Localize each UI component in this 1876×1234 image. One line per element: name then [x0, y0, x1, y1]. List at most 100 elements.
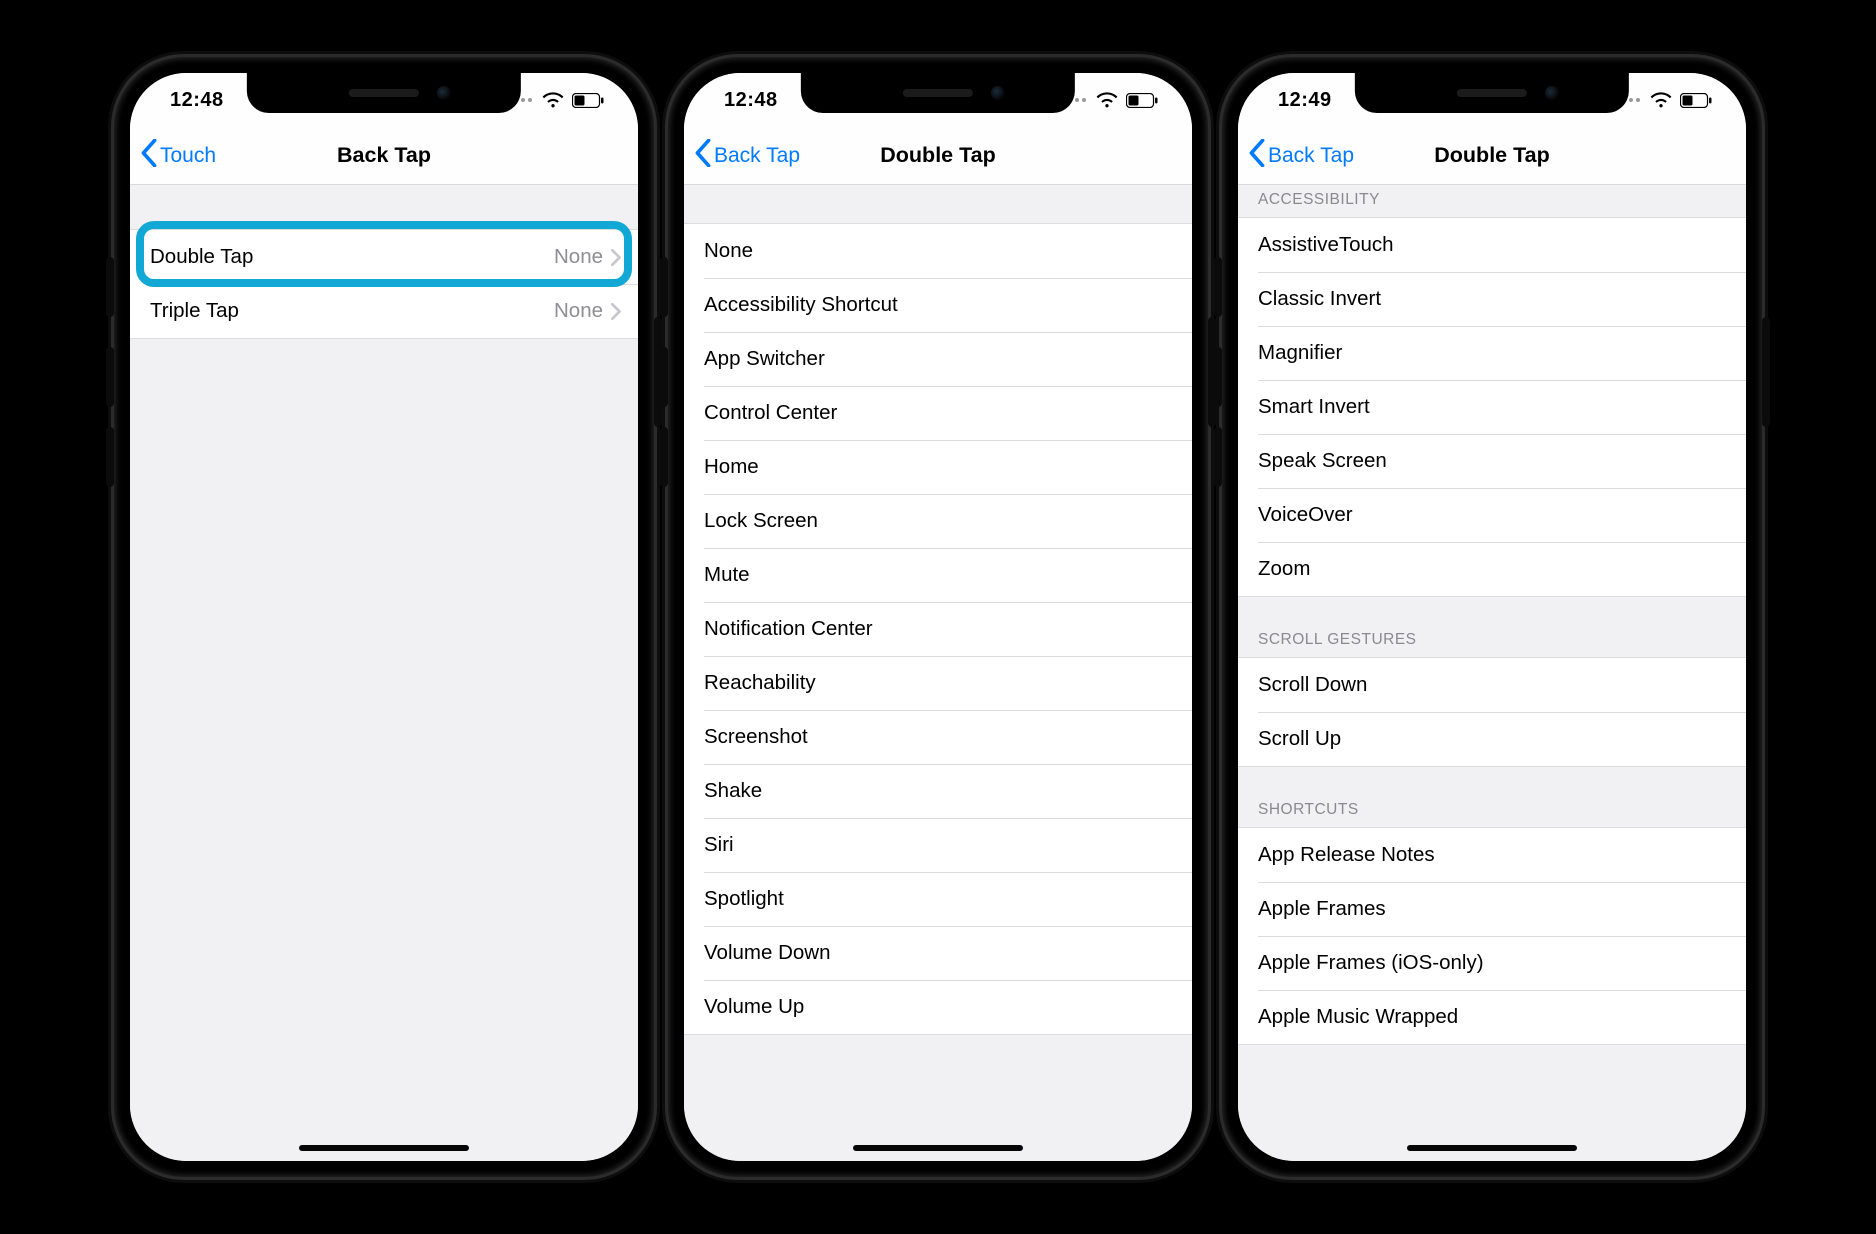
section-header: Shortcuts: [1238, 801, 1746, 827]
wifi-icon: [1650, 92, 1672, 108]
back-label: Back Tap: [1268, 144, 1354, 168]
screen: 12:49 Back Tap Double Tap AccessibilityA…: [1238, 73, 1746, 1161]
home-indicator[interactable]: [1407, 1145, 1577, 1151]
option-row[interactable]: Smart Invert: [1238, 380, 1746, 434]
option-label: Apple Frames: [1258, 897, 1746, 921]
notch: [247, 73, 521, 113]
nav-bar: Back Tap Double Tap: [684, 127, 1192, 185]
section-header: Accessibility: [1238, 191, 1746, 217]
row-value: None: [554, 299, 603, 323]
iphone-frame: 12:49 Back Tap Double Tap AccessibilityA…: [1222, 57, 1762, 1177]
option-row[interactable]: Magnifier: [1238, 326, 1746, 380]
nav-title: Double Tap: [880, 143, 995, 168]
option-row[interactable]: Accessibility Shortcut: [684, 278, 1192, 332]
nav-bar: Touch Back Tap: [130, 127, 638, 185]
back-button[interactable]: Back Tap: [694, 127, 800, 184]
option-row[interactable]: Apple Frames (iOS-only): [1238, 936, 1746, 990]
option-label: Mute: [704, 563, 750, 587]
option-label: Accessibility Shortcut: [704, 293, 898, 317]
row-label: Double Tap: [150, 245, 554, 269]
option-row[interactable]: Volume Up: [684, 980, 1192, 1034]
option-label: App Release Notes: [1258, 843, 1746, 867]
chevron-left-icon: [1248, 139, 1266, 173]
option-row[interactable]: AssistiveTouch: [1238, 218, 1746, 272]
content[interactable]: Accessibility AssistiveTouch Classic Inver…: [1238, 185, 1746, 1161]
notch: [801, 73, 1075, 113]
option-label: Speak Screen: [1258, 449, 1746, 473]
option-label: Apple Music Wrapped: [1258, 1005, 1746, 1029]
back-label: Back Tap: [714, 144, 800, 168]
option-label: Shake: [704, 779, 762, 803]
battery-icon: [1680, 93, 1712, 108]
nav-title: Back Tap: [337, 143, 431, 168]
option-row[interactable]: Scroll Up: [1238, 712, 1746, 766]
section-header: Scroll Gestures: [1238, 631, 1746, 657]
option-label: Screenshot: [704, 725, 808, 749]
option-label: Apple Frames (iOS-only): [1258, 951, 1746, 975]
chevron-left-icon: [694, 139, 712, 173]
option-label: Zoom: [1258, 557, 1746, 581]
chevron-right-icon: [611, 249, 622, 266]
row-value: None: [554, 245, 603, 269]
content: Double Tap None Triple Tap None: [130, 185, 638, 1161]
option-row[interactable]: Siri: [684, 818, 1192, 872]
option-row[interactable]: Apple Music Wrapped: [1238, 990, 1746, 1044]
option-row[interactable]: Reachability: [684, 656, 1192, 710]
option-label: Spotlight: [704, 887, 784, 911]
battery-icon: [1126, 93, 1158, 108]
option-row[interactable]: Notification Center: [684, 602, 1192, 656]
row-triple-tap[interactable]: Triple Tap None: [130, 284, 638, 338]
option-label: Lock Screen: [704, 509, 818, 533]
screen: 12:48 Touch Back Tap: [130, 73, 638, 1161]
option-row[interactable]: VoiceOver: [1238, 488, 1746, 542]
option-row[interactable]: Screenshot: [684, 710, 1192, 764]
chevron-left-icon: [140, 139, 158, 173]
option-label: Smart Invert: [1258, 395, 1746, 419]
option-row[interactable]: Home: [684, 440, 1192, 494]
option-label: Siri: [704, 833, 734, 857]
option-row[interactable]: Shake: [684, 764, 1192, 818]
option-label: None: [704, 239, 753, 263]
option-row[interactable]: Mute: [684, 548, 1192, 602]
home-indicator[interactable]: [299, 1145, 469, 1151]
option-label: Scroll Down: [1258, 673, 1746, 697]
content[interactable]: None Accessibility Shortcut App Switcher Co…: [684, 185, 1192, 1161]
option-label: Magnifier: [1258, 341, 1746, 365]
status-time: 12:49: [1266, 89, 1332, 112]
option-label: Notification Center: [704, 617, 873, 641]
home-indicator[interactable]: [853, 1145, 1023, 1151]
option-label: Volume Down: [704, 941, 830, 965]
option-row[interactable]: Scroll Down: [1238, 658, 1746, 712]
iphone-frame: 12:48 Touch Back Tap: [114, 57, 654, 1177]
option-label: Control Center: [704, 401, 837, 425]
option-row[interactable]: Control Center: [684, 386, 1192, 440]
option-row[interactable]: Lock Screen: [684, 494, 1192, 548]
option-row[interactable]: None: [684, 224, 1192, 278]
option-label: Scroll Up: [1258, 727, 1746, 751]
option-label: Volume Up: [704, 995, 804, 1019]
option-label: VoiceOver: [1258, 503, 1746, 527]
option-row[interactable]: App Switcher: [684, 332, 1192, 386]
status-time: 12:48: [712, 89, 778, 112]
option-row[interactable]: Speak Screen: [1238, 434, 1746, 488]
back-label: Touch: [160, 144, 216, 168]
iphone-frame: 12:48 Back Tap Double Tap NoneAcce: [668, 57, 1208, 1177]
back-button[interactable]: Back Tap: [1248, 127, 1354, 184]
option-label: Classic Invert: [1258, 287, 1746, 311]
option-row[interactable]: Volume Down: [684, 926, 1192, 980]
option-row[interactable]: Zoom: [1238, 542, 1746, 596]
option-row[interactable]: Classic Invert: [1238, 272, 1746, 326]
option-row[interactable]: Spotlight: [684, 872, 1192, 926]
back-button[interactable]: Touch: [140, 127, 216, 184]
nav-title: Double Tap: [1434, 143, 1549, 168]
option-row[interactable]: Apple Frames: [1238, 882, 1746, 936]
row-double-tap[interactable]: Double Tap None: [130, 230, 638, 284]
status-time: 12:48: [158, 89, 224, 112]
option-label: AssistiveTouch: [1258, 233, 1746, 257]
battery-icon: [572, 93, 604, 108]
nav-bar: Back Tap Double Tap: [1238, 127, 1746, 185]
option-row[interactable]: App Release Notes: [1238, 828, 1746, 882]
option-label: Reachability: [704, 671, 816, 695]
notch: [1355, 73, 1629, 113]
wifi-icon: [1096, 92, 1118, 108]
